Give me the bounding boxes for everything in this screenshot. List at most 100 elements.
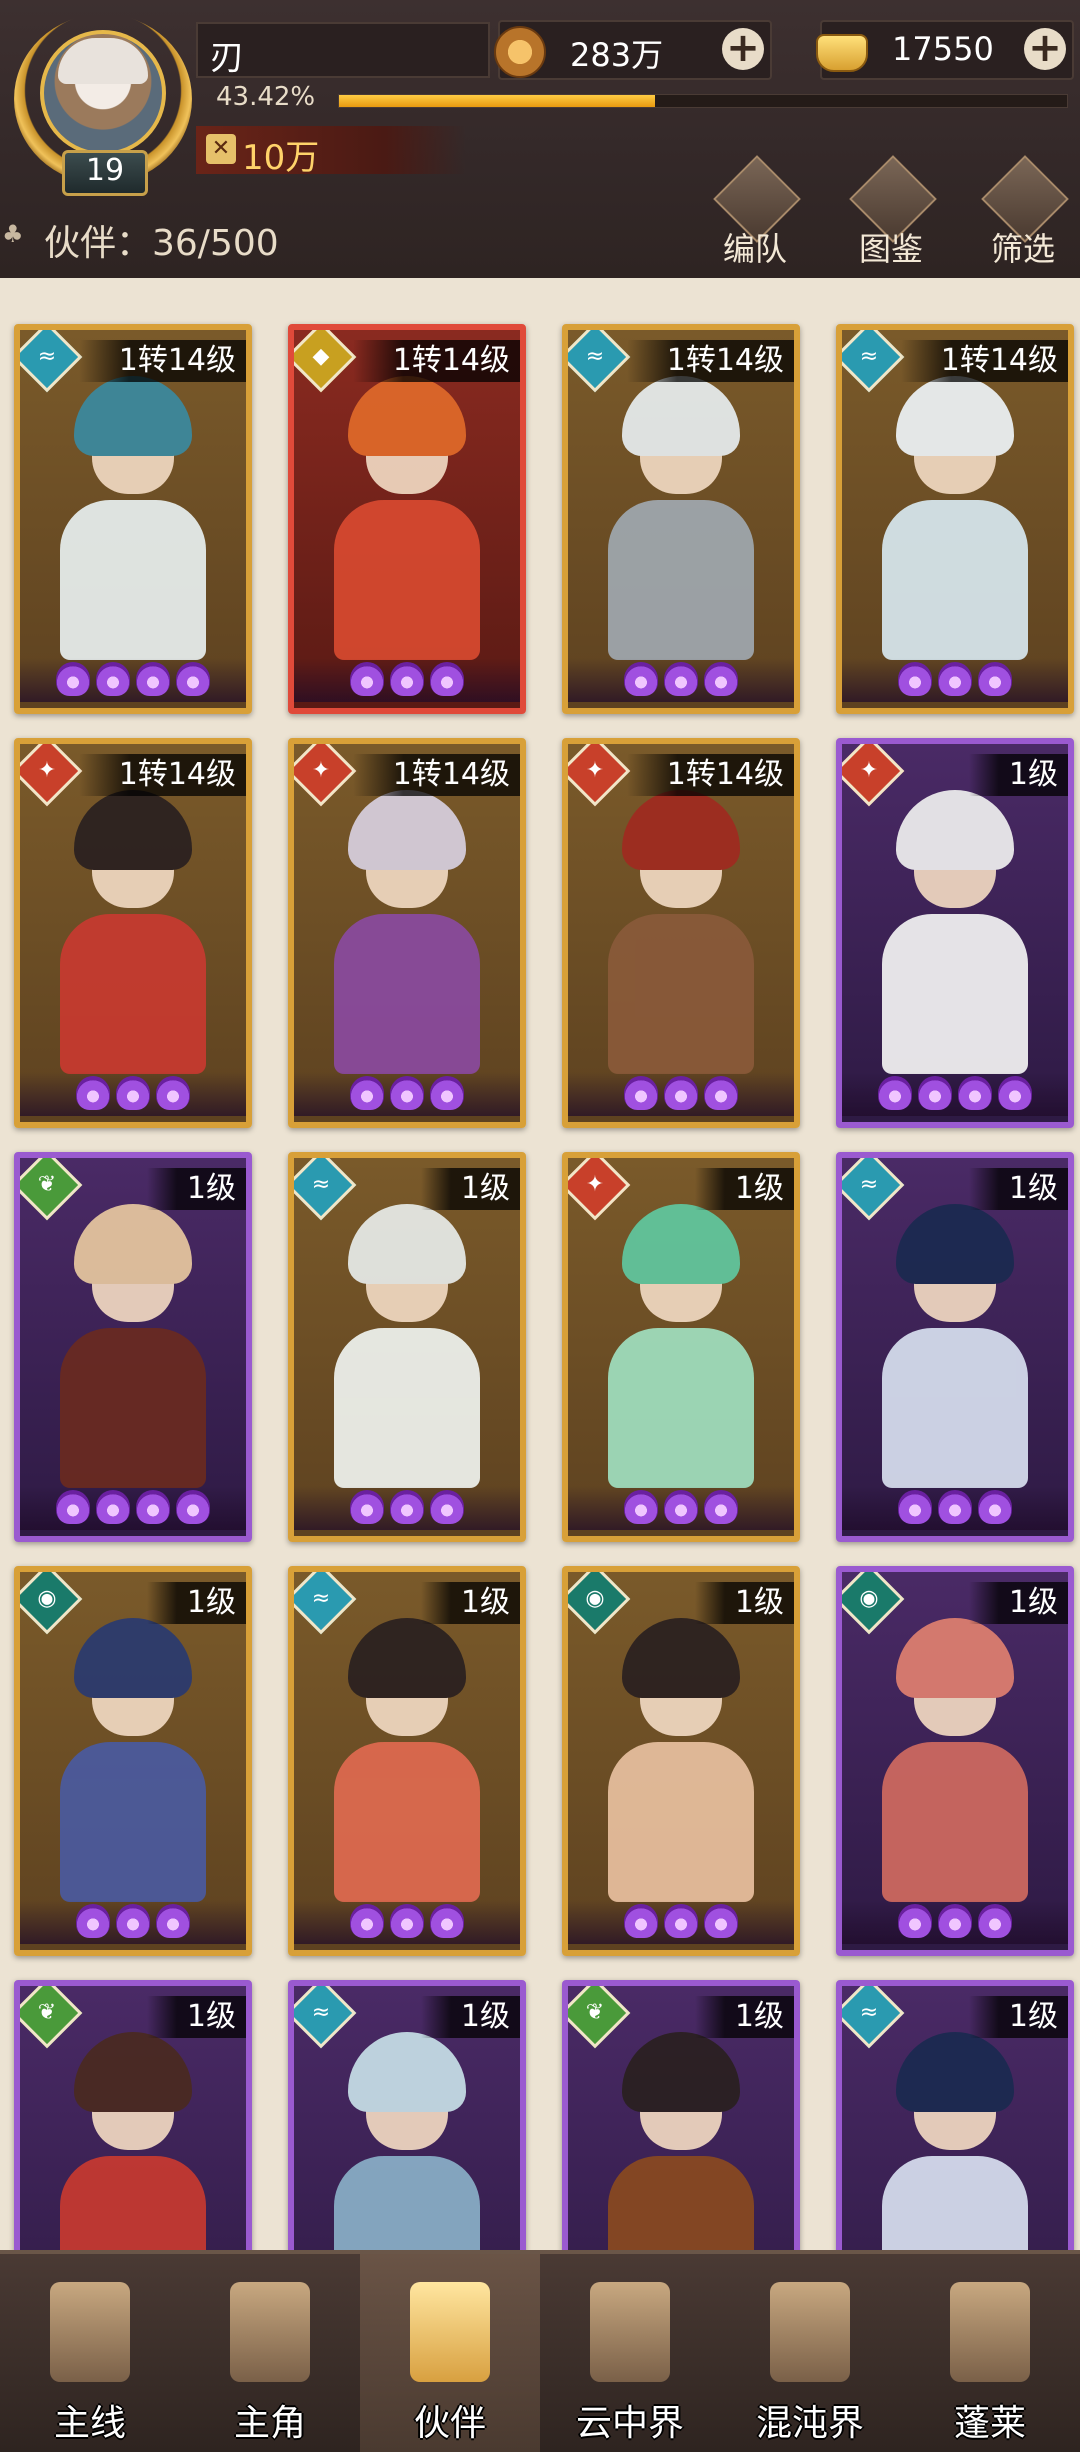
partner-portrait [582,370,780,670]
avatar-portrait [40,30,166,156]
star-rating [568,1486,794,1530]
flame-star-icon [176,1490,210,1524]
star-rating [294,1900,520,1944]
partner-card[interactable]: ❦ 1级 [14,1980,252,2250]
partner-level: 1转14级 [900,340,1068,382]
top-bar: 19 刃 43.42% ✕ 10万 283万 + 17550 + ♣ 伙伴：36… [0,0,1080,278]
flame-star-icon [350,1904,384,1938]
team-button[interactable]: 编队 [696,155,806,270]
coin-value: 283万 [570,36,664,74]
partner-portrait [308,370,506,670]
star-rating [20,1900,246,1944]
flame-star-icon [624,1904,658,1938]
star-rating [294,1072,520,1116]
partner-portrait [582,1612,780,1912]
partner-portrait [582,1198,780,1498]
partner-card[interactable]: ❦ 1级 [14,1152,252,1542]
exp-bar [338,94,1068,108]
partner-level: 1级 [968,754,1068,796]
partner-level: 1级 [146,1582,246,1624]
gold-ingot-icon [816,34,868,72]
partner-portrait [308,1198,506,1498]
partner-card[interactable]: ◉ 1级 [14,1566,252,1956]
copper-coin-icon [494,26,546,78]
flame-star-icon [390,1490,424,1524]
exp-percent: 43.42% [216,82,316,112]
partner-card[interactable]: ≈1级 [836,1980,1074,2250]
nav-penglai[interactable]: 蓬莱 [900,2254,1080,2452]
flame-star-icon [898,1490,932,1524]
partner-grid: ≈1转14级 ◆ 1转14级 ≈1转14级 ≈1转14级 ✦ 1转14级 ✦ 1转14级 ✦ 1转1… [0,278,1080,2250]
partner-portrait [308,1612,506,1912]
partner-card[interactable]: ◉ 1级 [562,1566,800,1956]
flame-star-icon [136,1490,170,1524]
partner-card[interactable]: ≈1级 [836,1152,1074,1542]
star-rating [842,1900,1068,1944]
star-rating [20,658,246,702]
partner-card[interactable]: ≈1转14级 [562,324,800,714]
nav-penglai-label: 蓬莱 [953,2403,1026,2444]
partner-level: 1级 [968,1996,1068,2038]
flame-star-icon [704,662,738,696]
partner-card[interactable]: ≈1级 [288,1152,526,1542]
star-rating [20,1486,246,1530]
flame-star-icon [958,1076,992,1110]
flame-star-icon [430,1490,464,1524]
flame-star-icon [350,1490,384,1524]
partner-card[interactable]: ✦ 1转14级 [562,738,800,1128]
filter-button[interactable]: 筛选 [964,155,1074,270]
partner-card[interactable]: ❦ 1级 [562,1980,800,2250]
flame-star-icon [664,662,698,696]
partner-card[interactable]: ✦ 1转14级 [14,738,252,1128]
partner-card[interactable]: ✦ 1转14级 [288,738,526,1128]
flame-star-icon [624,1490,658,1524]
partner-level: 1转14级 [352,754,520,796]
gold-value: 17550 [892,30,994,68]
partner-portrait [34,2026,232,2250]
flame-star-icon [878,1076,912,1110]
nav-protagonist[interactable]: 主角 [180,2254,360,2452]
partner-card[interactable]: ✦ 1级 [562,1152,800,1542]
player-name-box: 刃 [196,22,490,78]
partner-level: 1级 [420,1996,520,2038]
nav-main-line[interactable]: 主线 [0,2254,180,2452]
flame-star-icon [704,1490,738,1524]
partner-card[interactable]: ≈1级 [288,1566,526,1956]
nav-chaos-realm[interactable]: 混沌界 [720,2254,900,2452]
partner-level: 1转14级 [626,754,794,796]
flame-star-icon [664,1490,698,1524]
partner-portrait [34,784,232,1084]
partner-card[interactable]: ≈1转14级 [14,324,252,714]
star-rating [842,1072,1068,1116]
partner-portrait [308,2026,506,2250]
partner-level: 1级 [146,1168,246,1210]
nav-protagonist-label: 主角 [233,2403,306,2444]
flame-star-icon [938,1904,972,1938]
partner-portrait [34,370,232,670]
partner-card[interactable]: ◉ 1级 [836,1566,1074,1956]
partner-card[interactable]: ≈1级 [288,1980,526,2250]
flame-star-icon [56,1490,90,1524]
sage-icon [950,2282,1030,2382]
bottom-nav: 主线 主角 伙伴 云中界 混沌界 蓬莱 [0,2250,1080,2452]
partner-card[interactable]: ✦ 1级 [836,738,1074,1128]
flame-star-icon [96,1490,130,1524]
codex-button[interactable]: 图鉴 [832,155,942,270]
nav-partner[interactable]: 伙伴 [360,2254,540,2452]
partner-level: 1级 [420,1168,520,1210]
add-gold-button[interactable]: + [1024,28,1066,70]
partner-level: 1级 [694,1582,794,1624]
partner-portrait [582,2026,780,2250]
flame-star-icon [978,1904,1012,1938]
star-rating [842,658,1068,702]
flame-star-icon [624,662,658,696]
nav-cloud-realm[interactable]: 云中界 [540,2254,720,2452]
partner-card[interactable]: ◆ 1转14级 [288,324,526,714]
partner-level: 1级 [694,1996,794,2038]
star-rating [20,1072,246,1116]
add-coins-button[interactable]: + [722,28,764,70]
partner-portrait [582,784,780,1084]
pagoda-icon [590,2282,670,2382]
partner-portrait [856,2026,1054,2250]
partner-card[interactable]: ≈1转14级 [836,324,1074,714]
